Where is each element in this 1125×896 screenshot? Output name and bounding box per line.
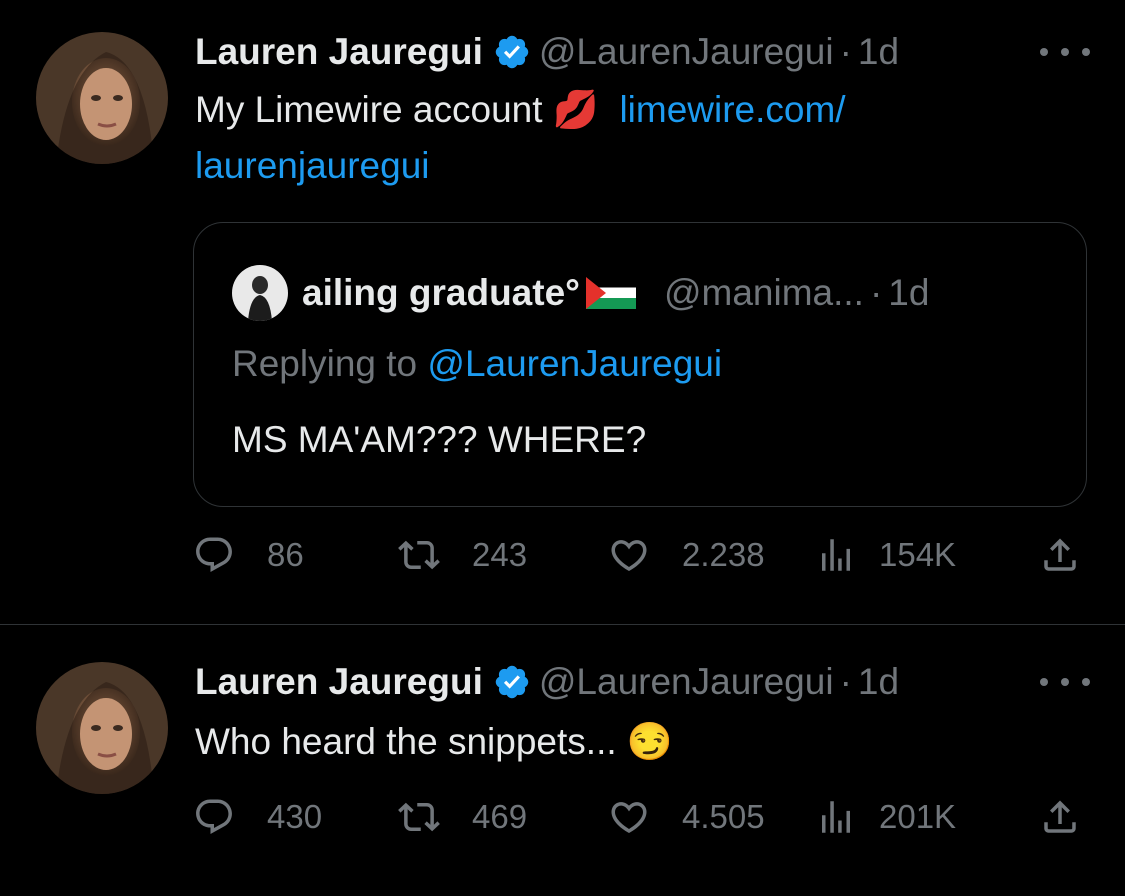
author-handle[interactable]: @LaurenJauregui bbox=[539, 661, 834, 703]
quote-separator: · bbox=[869, 272, 883, 313]
views-button[interactable]: 154K bbox=[815, 534, 956, 576]
quote-author-name[interactable]: ailing graduate° bbox=[302, 272, 580, 314]
views-icon bbox=[822, 539, 850, 571]
tweet[interactable]: Lauren Jauregui @LaurenJauregui · 1d Who… bbox=[0, 626, 1125, 896]
more-icon[interactable] bbox=[1040, 662, 1090, 702]
share-button[interactable] bbox=[1039, 796, 1081, 838]
like-count: 4.505 bbox=[682, 798, 765, 835]
quote-timestamp[interactable]: 1d bbox=[888, 272, 929, 314]
author-handle[interactable]: @LaurenJauregui bbox=[539, 31, 834, 73]
timestamp[interactable]: 1d bbox=[858, 31, 899, 73]
like-icon bbox=[611, 540, 647, 572]
retweet-count: 243 bbox=[472, 536, 528, 573]
separator: · bbox=[839, 31, 852, 72]
smirk-emoji: 😏 bbox=[626, 721, 673, 762]
views-icon bbox=[822, 801, 850, 833]
retweet-button[interactable]: 469 bbox=[398, 796, 527, 838]
retweet-icon bbox=[398, 540, 440, 570]
tweet-actions: 86 243 2.238 154K bbox=[193, 534, 1093, 584]
views-count: 201K bbox=[879, 798, 957, 835]
replying-to-label: Replying to bbox=[232, 343, 418, 384]
avatar[interactable] bbox=[36, 32, 168, 164]
like-button[interactable]: 4.505 bbox=[608, 796, 765, 838]
replying-to-handle[interactable]: @LaurenJauregui bbox=[427, 343, 722, 384]
timestamp[interactable]: 1d bbox=[858, 661, 899, 703]
separator: · bbox=[839, 661, 852, 702]
tweet-text-body: Who heard the snippets... bbox=[195, 721, 617, 762]
tweet-text-body: My Limewire account bbox=[195, 89, 543, 130]
tweet-text: My Limewire account 💋 limewire.com/ laur… bbox=[195, 82, 1075, 194]
palestine-flag-icon bbox=[585, 277, 636, 309]
tweet-actions: 430 469 4.505 201K bbox=[193, 796, 1093, 846]
reply-button[interactable]: 86 bbox=[193, 534, 304, 576]
reply-count: 86 bbox=[267, 536, 304, 573]
reply-icon bbox=[196, 537, 232, 572]
share-button[interactable] bbox=[1039, 534, 1081, 576]
verified-badge-icon bbox=[495, 665, 529, 699]
reply-count: 430 bbox=[267, 798, 323, 835]
share-icon bbox=[1044, 538, 1076, 571]
verified-badge-icon bbox=[495, 35, 529, 69]
author-name[interactable]: Lauren Jauregui bbox=[195, 31, 483, 73]
more-icon[interactable] bbox=[1040, 32, 1090, 72]
quote-avatar[interactable] bbox=[232, 265, 288, 321]
like-icon bbox=[611, 802, 647, 834]
kiss-emoji: 💋 bbox=[552, 89, 599, 130]
like-count: 2.238 bbox=[682, 536, 765, 573]
retweet-icon bbox=[398, 802, 440, 832]
tweet[interactable]: Lauren Jauregui @LaurenJauregui · 1d My … bbox=[0, 0, 1125, 625]
retweet-count: 469 bbox=[472, 798, 528, 835]
views-count: 154K bbox=[879, 536, 957, 573]
like-button[interactable]: 2.238 bbox=[608, 534, 765, 576]
quoted-tweet[interactable]: ailing graduate° @manima... · 1d Replyin… bbox=[193, 222, 1087, 507]
replying-to: Replying to @LaurenJauregui bbox=[232, 343, 722, 385]
divider bbox=[0, 624, 1125, 625]
quote-text: MS MA'AM??? WHERE? bbox=[232, 419, 647, 460]
quote-author-handle[interactable]: @manima... bbox=[664, 272, 864, 314]
quote-header: ailing graduate° @manima... · 1d bbox=[232, 265, 929, 321]
views-button[interactable]: 201K bbox=[815, 796, 956, 838]
author-name[interactable]: Lauren Jauregui bbox=[195, 661, 483, 703]
tweet-header: Lauren Jauregui @LaurenJauregui · 1d bbox=[195, 28, 899, 76]
tweet-text: Who heard the snippets... 😏 bbox=[195, 714, 1075, 770]
reply-button[interactable]: 430 bbox=[193, 796, 322, 838]
share-icon bbox=[1044, 800, 1076, 833]
avatar[interactable] bbox=[36, 662, 168, 794]
reply-icon bbox=[196, 799, 232, 834]
retweet-button[interactable]: 243 bbox=[398, 534, 527, 576]
tweet-header: Lauren Jauregui @LaurenJauregui · 1d bbox=[195, 658, 899, 706]
